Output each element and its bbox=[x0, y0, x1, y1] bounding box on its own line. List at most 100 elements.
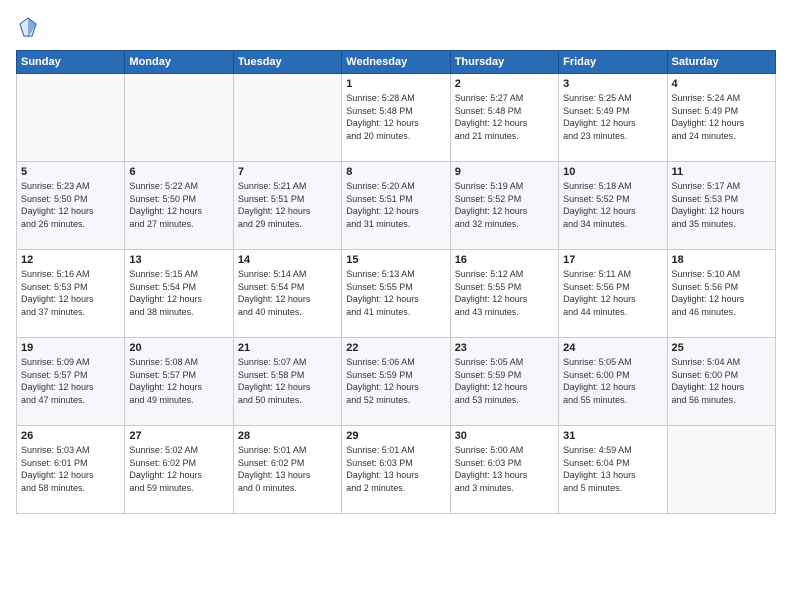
calendar-cell: 6 Sunrise: 5:22 AM Sunset: 5:50 PM Daylig… bbox=[125, 162, 233, 250]
day-info: Sunrise: 5:06 AM Sunset: 5:59 PM Dayligh… bbox=[346, 356, 445, 406]
calendar-cell: 18 Sunrise: 5:10 AM Sunset: 5:56 PM Dayli… bbox=[667, 250, 775, 338]
day-number: 4 bbox=[672, 78, 771, 90]
calendar-cell: 3 Sunrise: 5:25 AM Sunset: 5:49 PM Daylig… bbox=[559, 74, 667, 162]
day-info: Sunrise: 5:16 AM Sunset: 5:53 PM Dayligh… bbox=[21, 268, 120, 318]
day-info: Sunrise: 5:00 AM Sunset: 6:03 PM Dayligh… bbox=[455, 444, 554, 494]
day-info: Sunrise: 5:22 AM Sunset: 5:50 PM Dayligh… bbox=[129, 180, 228, 230]
calendar-cell: 23Sunrise: 5:05 AM Sunset: 5:59 PM Dayli… bbox=[450, 338, 558, 426]
calendar-week-row: 5 Sunrise: 5:23 AM Sunset: 5:50 PM Daylig… bbox=[17, 162, 776, 250]
day-number: 8 bbox=[346, 166, 445, 178]
calendar-header-row: SundayMondayTuesdayWednesdayThursdayFrid… bbox=[17, 51, 776, 74]
day-number: 15 bbox=[346, 254, 445, 266]
calendar-cell: 8Sunrise: 5:20 AM Sunset: 5:51 PM Daylig… bbox=[342, 162, 450, 250]
calendar-day-header: Monday bbox=[125, 51, 233, 74]
day-info: Sunrise: 5:04 AM Sunset: 6:00 PM Dayligh… bbox=[672, 356, 771, 406]
day-info: Sunrise: 5:13 AM Sunset: 5:55 PM Dayligh… bbox=[346, 268, 445, 318]
calendar-day-header: Friday bbox=[559, 51, 667, 74]
calendar-day-header: Tuesday bbox=[233, 51, 341, 74]
day-info: Sunrise: 5:19 AM Sunset: 5:52 PM Dayligh… bbox=[455, 180, 554, 230]
day-number: 13 bbox=[129, 254, 228, 266]
calendar-cell bbox=[17, 74, 125, 162]
calendar-cell: 24 Sunrise: 5:05 AM Sunset: 6:00 PM Dayli… bbox=[559, 338, 667, 426]
calendar-cell: 21Sunrise: 5:07 AM Sunset: 5:58 PM Dayli… bbox=[233, 338, 341, 426]
day-info: Sunrise: 5:01 AM Sunset: 6:02 PM Dayligh… bbox=[238, 444, 337, 494]
day-info: Sunrise: 5:18 AM Sunset: 5:52 PM Dayligh… bbox=[563, 180, 662, 230]
day-number: 16 bbox=[455, 254, 554, 266]
day-info: Sunrise: 5:09 AM Sunset: 5:57 PM Dayligh… bbox=[21, 356, 120, 406]
calendar-cell: 31Sunrise: 4:59 AM Sunset: 6:04 PM Dayli… bbox=[559, 426, 667, 514]
day-number: 1 bbox=[346, 78, 445, 90]
calendar-cell: 17 Sunrise: 5:11 AM Sunset: 5:56 PM Dayli… bbox=[559, 250, 667, 338]
day-info: Sunrise: 5:24 AM Sunset: 5:49 PM Dayligh… bbox=[672, 92, 771, 142]
calendar-cell: 4 Sunrise: 5:24 AM Sunset: 5:49 PM Daylig… bbox=[667, 74, 775, 162]
calendar-cell bbox=[125, 74, 233, 162]
calendar-cell: 16 Sunrise: 5:12 AM Sunset: 5:55 PM Dayli… bbox=[450, 250, 558, 338]
calendar-cell: 2 Sunrise: 5:27 AM Sunset: 5:48 PM Daylig… bbox=[450, 74, 558, 162]
day-number: 26 bbox=[21, 430, 120, 442]
day-number: 19 bbox=[21, 342, 120, 354]
day-number: 10 bbox=[563, 166, 662, 178]
calendar-cell: 20 Sunrise: 5:08 AM Sunset: 5:57 PM Dayli… bbox=[125, 338, 233, 426]
day-info: Sunrise: 5:08 AM Sunset: 5:57 PM Dayligh… bbox=[129, 356, 228, 406]
day-number: 17 bbox=[563, 254, 662, 266]
day-number: 20 bbox=[129, 342, 228, 354]
calendar-cell: 11 Sunrise: 5:17 AM Sunset: 5:53 PM Dayli… bbox=[667, 162, 775, 250]
day-number: 30 bbox=[455, 430, 554, 442]
day-info: Sunrise: 5:10 AM Sunset: 5:56 PM Dayligh… bbox=[672, 268, 771, 318]
day-number: 12 bbox=[21, 254, 120, 266]
calendar-cell: 12 Sunrise: 5:16 AM Sunset: 5:53 PM Dayli… bbox=[17, 250, 125, 338]
day-info: Sunrise: 5:15 AM Sunset: 5:54 PM Dayligh… bbox=[129, 268, 228, 318]
day-info: Sunrise: 5:23 AM Sunset: 5:50 PM Dayligh… bbox=[21, 180, 120, 230]
day-info: Sunrise: 5:02 AM Sunset: 6:02 PM Dayligh… bbox=[129, 444, 228, 494]
day-info: Sunrise: 5:05 AM Sunset: 6:00 PM Dayligh… bbox=[563, 356, 662, 406]
day-number: 3 bbox=[563, 78, 662, 90]
day-number: 14 bbox=[238, 254, 337, 266]
calendar-cell: 25Sunrise: 5:04 AM Sunset: 6:00 PM Dayli… bbox=[667, 338, 775, 426]
day-number: 24 bbox=[563, 342, 662, 354]
day-info: Sunrise: 5:21 AM Sunset: 5:51 PM Dayligh… bbox=[238, 180, 337, 230]
day-number: 7 bbox=[238, 166, 337, 178]
calendar-cell: 1 Sunrise: 5:28 AM Sunset: 5:48 PM Daylig… bbox=[342, 74, 450, 162]
calendar-cell bbox=[667, 426, 775, 514]
calendar-week-row: 1 Sunrise: 5:28 AM Sunset: 5:48 PM Daylig… bbox=[17, 74, 776, 162]
calendar-week-row: 26 Sunrise: 5:03 AM Sunset: 6:01 PM Dayli… bbox=[17, 426, 776, 514]
day-info: Sunrise: 5:01 AM Sunset: 6:03 PM Dayligh… bbox=[346, 444, 445, 494]
calendar-cell: 19 Sunrise: 5:09 AM Sunset: 5:57 PM Dayli… bbox=[17, 338, 125, 426]
calendar-cell: 14 Sunrise: 5:14 AM Sunset: 5:54 PM Dayli… bbox=[233, 250, 341, 338]
day-info: Sunrise: 5:12 AM Sunset: 5:55 PM Dayligh… bbox=[455, 268, 554, 318]
calendar-cell: 7 Sunrise: 5:21 AM Sunset: 5:51 PM Daylig… bbox=[233, 162, 341, 250]
day-info: Sunrise: 5:07 AM Sunset: 5:58 PM Dayligh… bbox=[238, 356, 337, 406]
calendar-day-header: Sunday bbox=[17, 51, 125, 74]
day-number: 5 bbox=[21, 166, 120, 178]
day-number: 31 bbox=[563, 430, 662, 442]
day-info: Sunrise: 5:28 AM Sunset: 5:48 PM Dayligh… bbox=[346, 92, 445, 142]
calendar-cell: 22Sunrise: 5:06 AM Sunset: 5:59 PM Dayli… bbox=[342, 338, 450, 426]
day-number: 6 bbox=[129, 166, 228, 178]
day-info: Sunrise: 5:27 AM Sunset: 5:48 PM Dayligh… bbox=[455, 92, 554, 142]
day-info: Sunrise: 5:03 AM Sunset: 6:01 PM Dayligh… bbox=[21, 444, 120, 494]
day-info: Sunrise: 5:25 AM Sunset: 5:49 PM Dayligh… bbox=[563, 92, 662, 142]
calendar-cell: 13 Sunrise: 5:15 AM Sunset: 5:54 PM Dayli… bbox=[125, 250, 233, 338]
calendar-cell: 5 Sunrise: 5:23 AM Sunset: 5:50 PM Daylig… bbox=[17, 162, 125, 250]
calendar-week-row: 12 Sunrise: 5:16 AM Sunset: 5:53 PM Dayli… bbox=[17, 250, 776, 338]
calendar-cell: 30 Sunrise: 5:00 AM Sunset: 6:03 PM Dayli… bbox=[450, 426, 558, 514]
logo-icon bbox=[18, 16, 38, 40]
day-number: 2 bbox=[455, 78, 554, 90]
day-number: 9 bbox=[455, 166, 554, 178]
calendar-cell: 27 Sunrise: 5:02 AM Sunset: 6:02 PM Dayli… bbox=[125, 426, 233, 514]
day-info: Sunrise: 5:17 AM Sunset: 5:53 PM Dayligh… bbox=[672, 180, 771, 230]
calendar-cell: 29Sunrise: 5:01 AM Sunset: 6:03 PM Dayli… bbox=[342, 426, 450, 514]
day-info: Sunrise: 5:14 AM Sunset: 5:54 PM Dayligh… bbox=[238, 268, 337, 318]
page-header bbox=[16, 16, 776, 40]
day-info: Sunrise: 5:11 AM Sunset: 5:56 PM Dayligh… bbox=[563, 268, 662, 318]
day-info: Sunrise: 5:05 AM Sunset: 5:59 PM Dayligh… bbox=[455, 356, 554, 406]
calendar-day-header: Wednesday bbox=[342, 51, 450, 74]
calendar-table: SundayMondayTuesdayWednesdayThursdayFrid… bbox=[16, 50, 776, 514]
calendar-cell: 28 Sunrise: 5:01 AM Sunset: 6:02 PM Dayli… bbox=[233, 426, 341, 514]
day-number: 28 bbox=[238, 430, 337, 442]
day-number: 11 bbox=[672, 166, 771, 178]
day-number: 27 bbox=[129, 430, 228, 442]
day-number: 18 bbox=[672, 254, 771, 266]
logo bbox=[16, 16, 42, 40]
calendar-cell: 10 Sunrise: 5:18 AM Sunset: 5:52 PM Dayli… bbox=[559, 162, 667, 250]
